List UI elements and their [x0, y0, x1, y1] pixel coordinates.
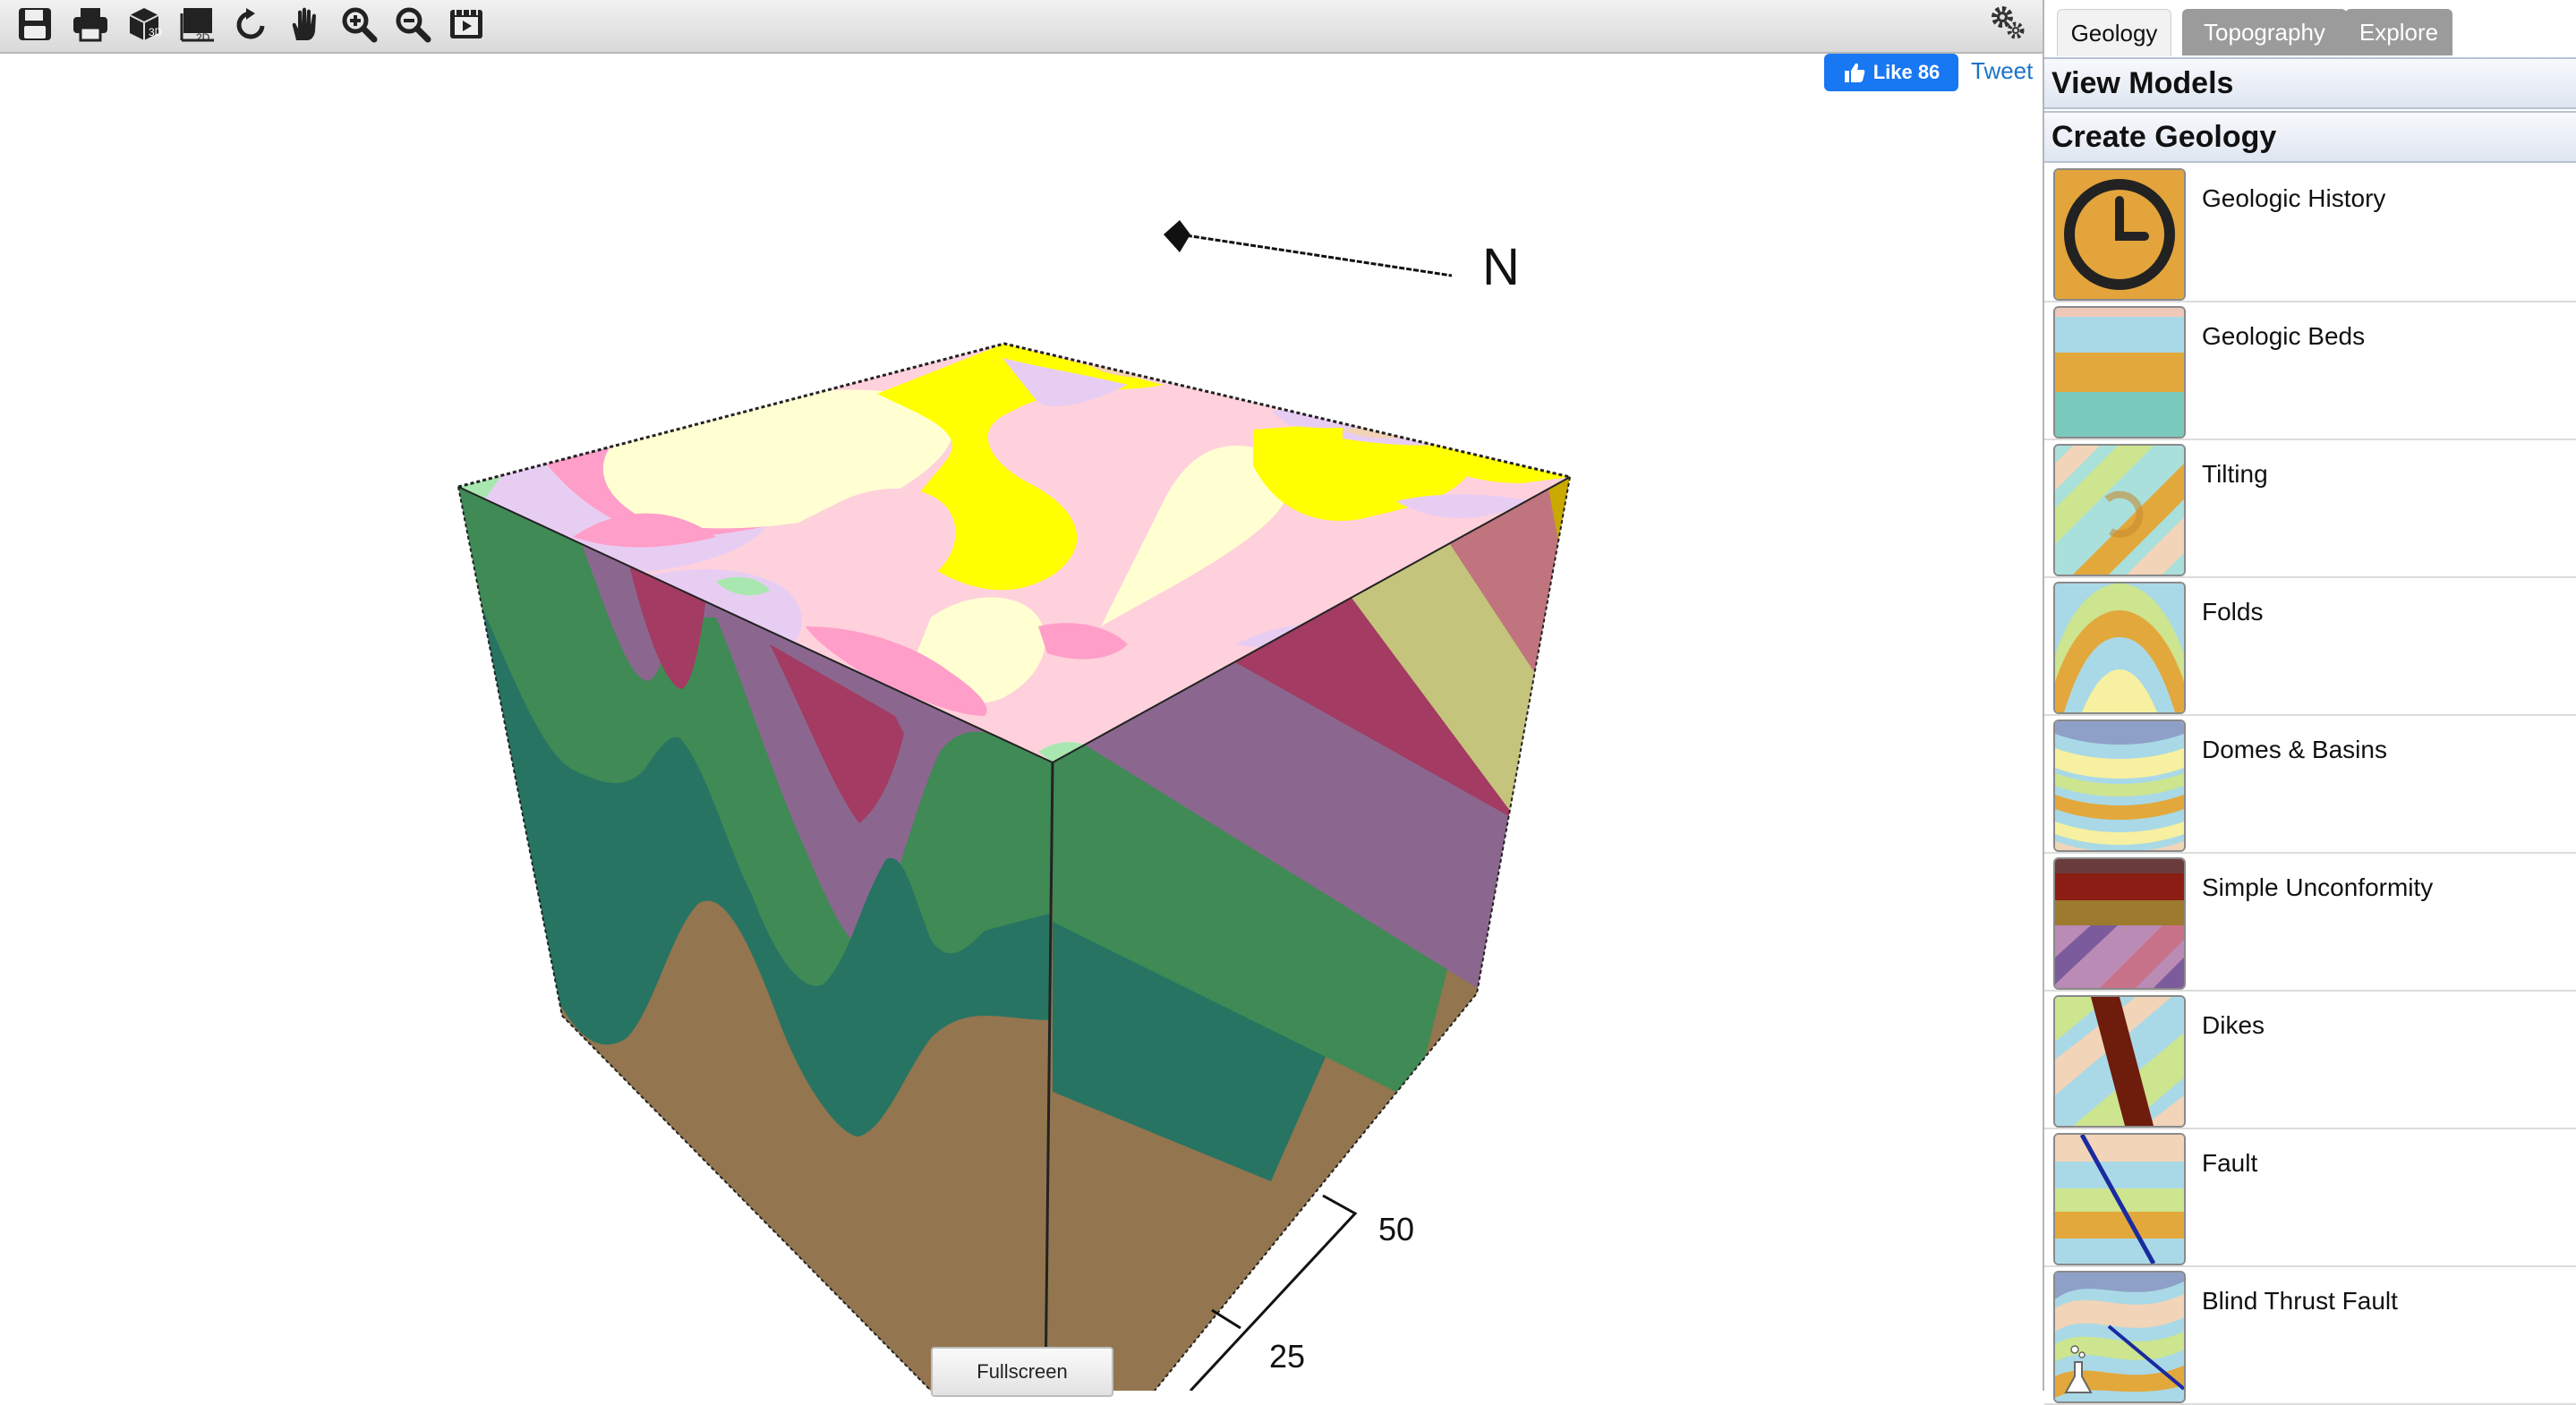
- create-geology-list: Geologic History Geologic Beds Tilting F…: [2044, 165, 2576, 1405]
- list-item-dikes[interactable]: Dikes: [2044, 992, 2576, 1129]
- save-button[interactable]: [13, 2, 57, 47]
- tilting-icon: [2053, 444, 2186, 576]
- clock-icon: [2053, 168, 2186, 301]
- list-item-geologic-beds[interactable]: Geologic Beds: [2044, 302, 2576, 440]
- zoom-out-button[interactable]: [390, 2, 435, 47]
- view-2d-button[interactable]: 2D: [175, 2, 220, 47]
- view-models-header[interactable]: View Models: [2044, 57, 2576, 109]
- settings-button[interactable]: [1985, 0, 2030, 45]
- list-item-label: Tilting: [2202, 460, 2268, 488]
- fault-icon: [2053, 1133, 2186, 1265]
- list-item-label: Simple Unconformity: [2202, 873, 2434, 901]
- list-item-simple-unconformity[interactable]: Simple Unconformity: [2044, 854, 2576, 992]
- tweet-link[interactable]: Tweet: [1971, 57, 2033, 85]
- like-label: Like 86: [1872, 61, 1941, 83]
- list-item-blind-thrust-fault[interactable]: Blind Thrust Fault: [2044, 1267, 2576, 1405]
- unconformity-icon: [2053, 857, 2186, 990]
- north-arrow-head-icon: [1164, 220, 1190, 252]
- zoom-in-icon: [342, 7, 378, 43]
- list-item-label: Domes & Basins: [2202, 736, 2387, 763]
- animation-button[interactable]: [444, 2, 489, 47]
- list-item-fault[interactable]: Fault: [2044, 1129, 2576, 1267]
- list-item-label: Blind Thrust Fault: [2202, 1287, 2398, 1315]
- tab-bar: Geology Topography Explore: [2044, 0, 2576, 57]
- scale-label-25: 25: [1269, 1338, 1305, 1375]
- view-2d-label: 2D: [196, 31, 210, 44]
- list-item-label: Dikes: [2202, 1011, 2265, 1039]
- model-canvas[interactable]: N 50 25: [0, 54, 2043, 1391]
- list-item-label: Geologic History: [2202, 184, 2386, 212]
- reset-rotate-icon: [236, 8, 265, 39]
- list-item-folds[interactable]: Folds: [2044, 578, 2576, 716]
- dikes-icon: [2053, 995, 2186, 1128]
- list-item-label: Fault: [2202, 1149, 2258, 1177]
- gears-icon: [1992, 6, 2025, 39]
- pan-button[interactable]: [283, 2, 328, 47]
- reset-rotate-button[interactable]: [229, 2, 274, 47]
- tab-explore[interactable]: Explore: [2345, 9, 2452, 55]
- view-2d-icon: 2D: [180, 8, 214, 44]
- domes-basins-icon: [2053, 720, 2186, 852]
- view-3d-button[interactable]: 3D: [122, 2, 166, 47]
- pan-hand-icon: [292, 7, 316, 40]
- toolbar: 3D 2D: [0, 0, 2043, 54]
- create-geology-header[interactable]: Create Geology: [2044, 111, 2576, 163]
- animation-icon: [450, 10, 482, 38]
- list-item-label: Geologic Beds: [2202, 322, 2366, 350]
- list-item-label: Folds: [2202, 598, 2264, 626]
- list-item-geologic-history[interactable]: Geologic History: [2044, 165, 2576, 302]
- list-item-tilting[interactable]: Tilting: [2044, 440, 2576, 578]
- fullscreen-button[interactable]: Fullscreen: [931, 1347, 1113, 1397]
- beds-icon: [2053, 306, 2186, 439]
- save-icon: [19, 8, 51, 40]
- thumbs-up-icon: [1844, 63, 1865, 82]
- scale-label-50: 50: [1378, 1211, 1414, 1247]
- zoom-out-icon: [396, 7, 431, 43]
- blind-thrust-fault-icon: [2053, 1271, 2186, 1403]
- side-panel: Geology Topography Explore View Models C…: [2043, 0, 2576, 1405]
- geology-block-model[interactable]: N 50 25: [0, 54, 2043, 1391]
- view-3d-icon: 3D: [129, 8, 163, 40]
- tab-topography[interactable]: Topography: [2182, 9, 2347, 55]
- north-label: N: [1482, 238, 1520, 296]
- north-arrow: N: [1164, 220, 1520, 296]
- list-item-domes-basins[interactable]: Domes & Basins: [2044, 716, 2576, 854]
- facebook-like-button[interactable]: Like 86: [1824, 54, 1958, 91]
- print-icon: [73, 8, 107, 42]
- folds-icon: [2053, 582, 2186, 714]
- zoom-in-button[interactable]: [337, 2, 381, 47]
- print-button[interactable]: [68, 2, 113, 47]
- view-3d-label: 3D: [149, 26, 163, 38]
- tab-geology[interactable]: Geology: [2057, 9, 2171, 56]
